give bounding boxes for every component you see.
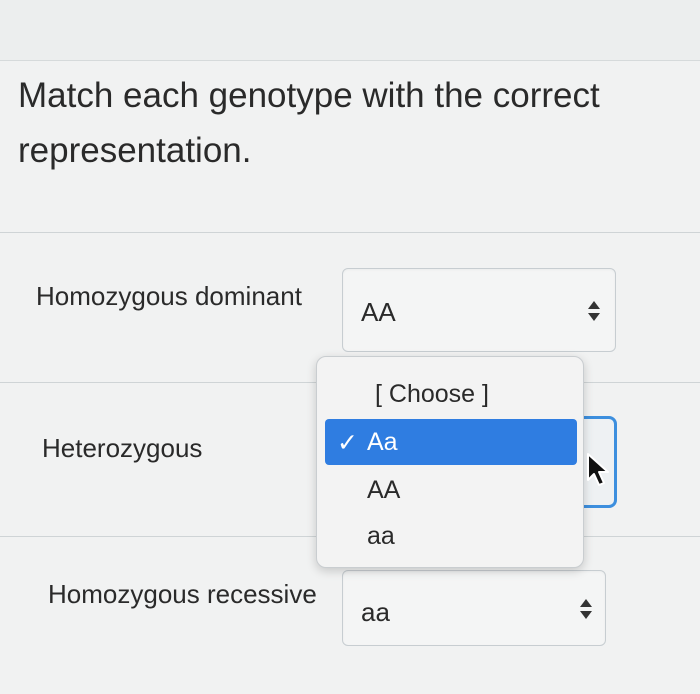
option-label: Aa [367,428,398,456]
row-label-heterozygous: Heterozygous [42,433,203,463]
dropdown-option-aa-hetero[interactable]: ✓ Aa [325,419,577,465]
header-band [0,0,700,61]
mouse-cursor-icon [585,452,613,488]
question-text: Match each genotype with the correct rep… [18,76,600,170]
select-value: aa [361,597,390,627]
row-label-homozygous-recessive: Homozygous recessive [48,579,317,609]
option-label: aa [367,522,395,550]
dropdown-menu: [ Choose ] ✓ Aa AA aa [316,356,584,568]
select-arrows-icon [579,597,593,621]
select-homozygous-dominant[interactable]: AA [342,268,616,352]
dropdown-option-aa-dominant[interactable]: AA [325,467,577,513]
row-label-homozygous-dominant: Homozygous dominant [36,281,302,311]
checkmark-icon: ✓ [337,429,358,457]
dropdown-option-aa-recessive[interactable]: aa [325,513,577,559]
option-label: AA [367,476,401,504]
select-arrows-icon [587,299,601,323]
dropdown-option-choose[interactable]: [ Choose ] [325,371,577,417]
divider [0,232,700,233]
select-homozygous-recessive[interactable]: aa [342,570,606,646]
select-value: AA [361,297,396,327]
option-label: [ Choose ] [375,380,489,408]
